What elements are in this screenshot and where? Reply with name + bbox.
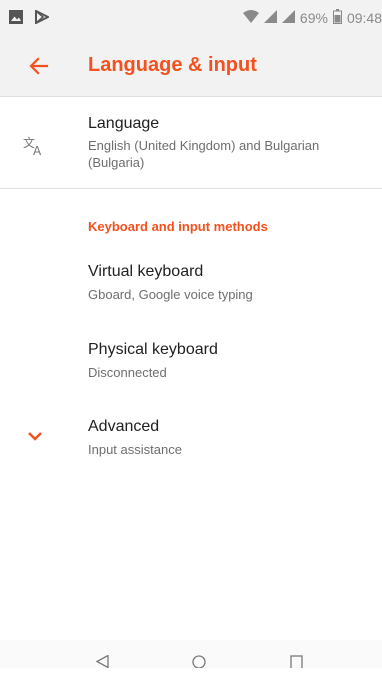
status-indicators: 69% 09:48 (242, 0, 382, 36)
app-bar: Language & input (0, 36, 382, 97)
battery-icon (332, 9, 342, 27)
translate-icon: 文 A (23, 135, 45, 162)
language-setting[interactable]: 文 A Language English (United Kingdom) an… (0, 97, 382, 188)
home-nav-icon[interactable] (192, 655, 206, 673)
language-title: Language (88, 115, 160, 132)
section-header: Keyboard and input methods (88, 219, 268, 234)
svg-text:A: A (33, 144, 42, 157)
advanced-setting[interactable]: Advanced Input assistance (0, 405, 382, 479)
wifi-icon (242, 9, 259, 27)
advanced-summary: Input assistance (88, 442, 182, 457)
physical-keyboard-title: Physical keyboard (88, 341, 218, 358)
chevron-down-icon (27, 429, 43, 447)
recents-nav-icon[interactable] (290, 655, 303, 673)
notification-icons (9, 9, 51, 29)
status-bar: 69% 09:48 (0, 0, 382, 36)
clock: 09:48 (346, 10, 382, 26)
back-button[interactable] (26, 53, 52, 79)
signal-icon (263, 10, 277, 26)
page-title: Language & input (88, 54, 257, 76)
image-notification-icon (9, 10, 23, 29)
signal-icon (281, 10, 295, 26)
physical-keyboard-summary: Disconnected (88, 365, 167, 380)
physical-keyboard-setting[interactable]: Physical keyboard Disconnected (0, 328, 382, 402)
virtual-keyboard-summary: Gboard, Google voice typing (88, 287, 253, 302)
advanced-title: Advanced (88, 418, 160, 435)
arrow-back-icon (26, 57, 52, 83)
play-store-icon (35, 9, 51, 29)
navigation-bar (0, 640, 382, 670)
virtual-keyboard-title: Virtual keyboard (88, 263, 204, 280)
virtual-keyboard-setting[interactable]: Virtual keyboard Gboard, Google voice ty… (0, 250, 382, 324)
battery-percent: 69% (299, 10, 328, 26)
language-summary: English (United Kingdom) and Bulgarian (… (88, 138, 320, 170)
back-nav-icon[interactable] (95, 654, 109, 673)
divider (0, 188, 382, 189)
